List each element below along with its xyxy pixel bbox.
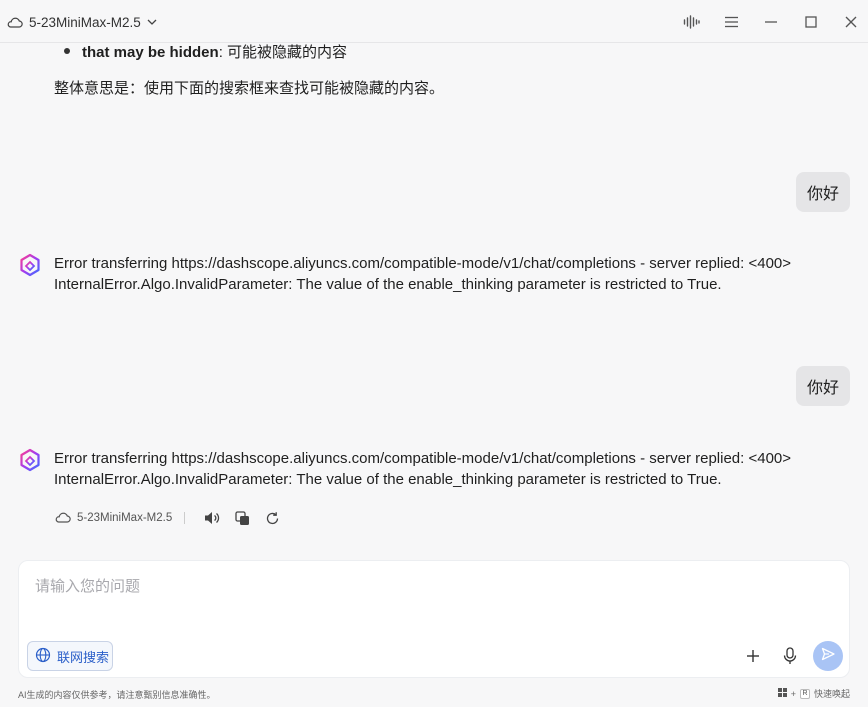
refresh-icon[interactable]: [263, 509, 281, 527]
globe-icon: [35, 647, 51, 666]
web-search-label: 联网搜索: [57, 649, 110, 665]
error-line: Error transferring https://dashscope.ali…: [54, 255, 792, 272]
chat-input-box: 联网搜索: [18, 560, 850, 678]
title-bar: 5-23MiniMax-M2.5: [0, 0, 868, 43]
shortcut-key: R: [799, 688, 810, 699]
message-model-name: 5-23MiniMax-M2.5: [77, 512, 173, 524]
assistant-summary: 整体意思是：使用下面的搜索框来查找可能被隐藏的内容。: [54, 80, 445, 97]
bullet-term: that may be hidden: [82, 44, 219, 61]
shortcut-plus: +: [790, 688, 796, 699]
cloud-icon: [6, 16, 23, 28]
user-message: 你好: [796, 366, 850, 406]
send-icon: [821, 647, 835, 666]
voice-wave-icon[interactable]: [681, 12, 701, 32]
ai-logo-icon: [18, 448, 42, 472]
shortcut-label: 快速唤起: [813, 689, 850, 699]
copy-icon[interactable]: [233, 509, 251, 527]
ai-disclaimer: AI生成的内容仅供参考，请注意甄别信息准确性。: [18, 690, 216, 700]
user-message: 你好: [796, 172, 850, 212]
chat-area[interactable]: that may be hidden: 可能被隐藏的内容 整体意思是：使用下面的…: [0, 43, 868, 553]
cloud-icon: [54, 511, 71, 526]
error-line: InternalError.Algo.InvalidParameter: The…: [54, 276, 722, 293]
model-name: 5-23MiniMax-M2.5: [29, 14, 141, 30]
microphone-icon[interactable]: [780, 645, 800, 667]
maximize-icon[interactable]: [801, 12, 821, 32]
windows-key-icon: [777, 688, 787, 699]
assistant-error-message: Error transferring https://dashscope.ali…: [54, 448, 814, 490]
minimize-icon[interactable]: [761, 12, 781, 32]
model-selector[interactable]: 5-23MiniMax-M2.5: [6, 12, 157, 32]
menu-icon[interactable]: [721, 12, 741, 32]
speaker-icon[interactable]: [203, 509, 221, 527]
ai-logo-icon: [18, 253, 42, 277]
close-icon[interactable]: [841, 12, 861, 32]
web-search-button[interactable]: 联网搜索: [27, 641, 113, 671]
plus-icon[interactable]: [743, 646, 763, 666]
bullet-definition: : 可能被隐藏的内容: [218, 44, 348, 61]
bullet-dot: [64, 48, 70, 55]
chat-input[interactable]: [35, 575, 825, 615]
shortcut-hint: + R 快速唤起: [777, 687, 850, 700]
assistant-error-message: Error transferring https://dashscope.ali…: [54, 253, 814, 295]
list-item: that may be hidden: 可能被隐藏的内容: [64, 43, 347, 63]
divider: [184, 512, 186, 524]
error-line: Error transferring https://dashscope.ali…: [54, 450, 792, 467]
send-button[interactable]: [813, 641, 843, 671]
error-line: InternalError.Algo.InvalidParameter: The…: [54, 471, 722, 488]
message-actions: 5-23MiniMax-M2.5: [54, 508, 281, 528]
chevron-down-icon[interactable]: [147, 19, 157, 25]
